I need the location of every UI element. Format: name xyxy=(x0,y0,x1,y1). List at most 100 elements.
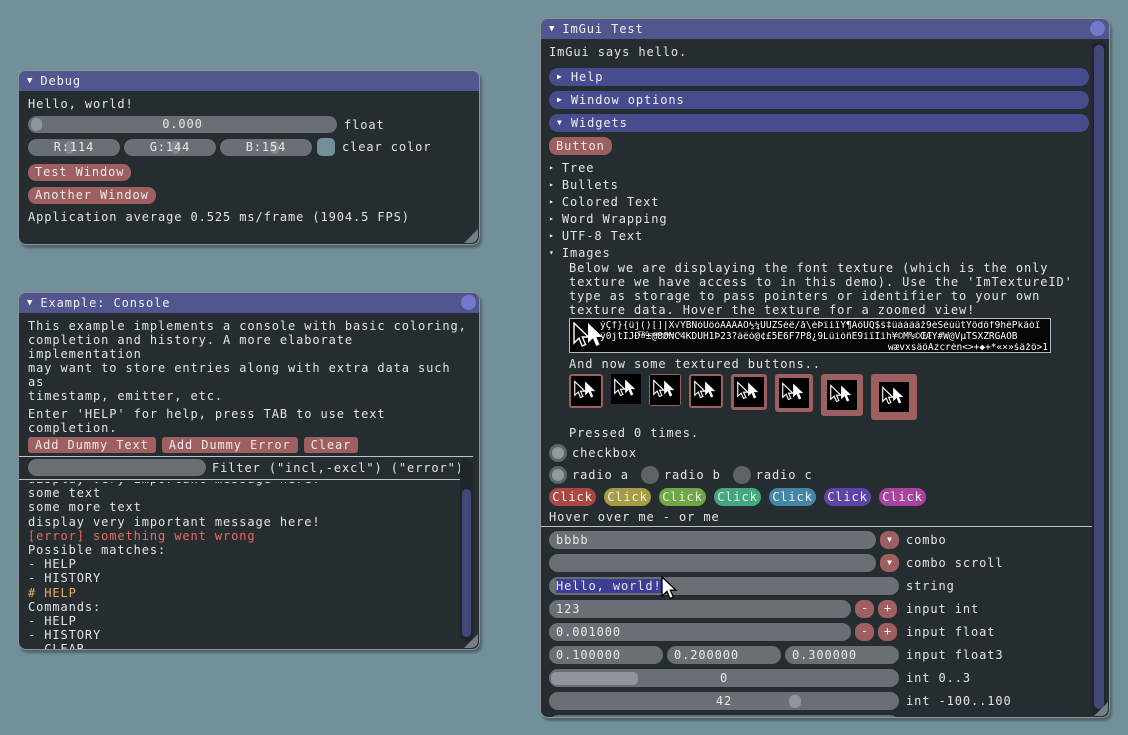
slider-float[interactable]: 4.132 xyxy=(549,715,899,718)
drag-green-value: G:144 xyxy=(124,139,216,156)
image-button[interactable] xyxy=(821,374,863,416)
radio-b[interactable] xyxy=(641,466,659,484)
slider-float-label: float xyxy=(906,717,947,718)
drag-green[interactable]: G:144 xyxy=(124,139,216,156)
button-widget[interactable]: Button xyxy=(549,137,612,155)
radio-a[interactable] xyxy=(549,466,567,484)
log-line-history: # HELP xyxy=(28,586,447,600)
tree-node-bullets[interactable]: ▸ Bullets xyxy=(549,176,1109,193)
imgui-scrollbar-thumb[interactable] xyxy=(1094,45,1104,709)
tree-node-label: Word Wrapping xyxy=(562,212,668,226)
close-icon[interactable] xyxy=(1090,21,1105,36)
debug-titlebar[interactable]: ▼ Debug xyxy=(19,71,479,91)
console-scrollbar-thumb[interactable] xyxy=(462,489,471,637)
desktop: { "colors": { "desktop_bg": "#72909a", "… xyxy=(0,0,1128,735)
font-texture-image[interactable]: ýÇf}{üj()[]|X√ÝBÑòÙöóÂÃÄÀÖ½¼ÙÚŽŠéê/å\èÞï… xyxy=(569,318,1051,353)
imgui-titlebar[interactable]: ▼ ImGui Test xyxy=(541,19,1109,39)
clear-color-swatch[interactable] xyxy=(317,138,335,156)
tree-node-label: Bullets xyxy=(562,178,619,192)
input-float3-y[interactable]: 0.200000 xyxy=(667,646,781,664)
tree-node-images[interactable]: ▾ Images xyxy=(549,244,1109,261)
console-titlebar[interactable]: ▼ Example: Console xyxy=(19,293,479,313)
click-button-green[interactable]: Click xyxy=(659,488,706,506)
tree-node-tree[interactable]: ▸ Tree xyxy=(549,159,1109,176)
drag-blue[interactable]: B:154 xyxy=(220,139,312,156)
input-float3-z[interactable]: 0.300000 xyxy=(785,646,899,664)
image-button[interactable] xyxy=(775,374,813,412)
collapse-arrow-icon[interactable]: ▼ xyxy=(27,296,32,310)
click-button-purple[interactable]: Click xyxy=(824,488,871,506)
radio-c[interactable] xyxy=(733,466,751,484)
click-button-blue[interactable]: Click xyxy=(769,488,816,506)
input-float-field[interactable]: 0.001000 xyxy=(549,623,851,641)
minus-button[interactable]: - xyxy=(855,600,874,618)
tree-arrow-icon: ▸ xyxy=(549,195,554,209)
input-float3-z-value: 0.300000 xyxy=(792,648,857,662)
filter-input[interactable] xyxy=(28,459,206,476)
slider-int-100[interactable]: 42 xyxy=(549,692,899,710)
image-button[interactable] xyxy=(871,374,917,420)
float-slider[interactable]: 0.000 xyxy=(28,116,337,133)
images-text-line: type as storage to pass pointers or iden… xyxy=(569,289,1109,303)
click-button-yellow[interactable]: Click xyxy=(604,488,651,506)
input-float3-y-value: 0.200000 xyxy=(674,648,739,662)
images-text-line: Below we are displaying the font texture… xyxy=(569,261,1109,275)
add-dummy-text-button[interactable]: Add Dummy Text xyxy=(28,437,156,453)
textured-buttons-caption: And now some textured buttons.. xyxy=(569,357,1109,371)
clear-button[interactable]: Clear xyxy=(304,437,359,453)
add-dummy-error-button[interactable]: Add Dummy Error xyxy=(162,437,298,453)
clear-color-label: clear color xyxy=(342,140,431,154)
tree-arrow-icon: ▸ xyxy=(549,212,554,226)
tree-node-utf8-text[interactable]: ▸ UTF-8 Text xyxy=(549,227,1109,244)
header-help-label: Help xyxy=(571,70,604,84)
float-slider-value: 0.000 xyxy=(28,116,337,133)
collapse-arrow-icon[interactable]: ▼ xyxy=(27,74,32,88)
header-help[interactable]: ▶ Help xyxy=(549,68,1089,86)
hover-over-me-text[interactable]: Hover over me - or me xyxy=(549,510,1109,524)
checkbox-label: checkbox xyxy=(572,446,637,460)
console-scrollbar[interactable] xyxy=(460,459,473,641)
imgui-hello-text: ImGui says hello. xyxy=(549,45,1109,59)
combo-scroll-arrow-button[interactable]: ▼ xyxy=(880,554,899,572)
input-int-field[interactable]: 123 xyxy=(549,600,851,618)
checkbox[interactable] xyxy=(549,444,567,462)
tree-node-word-wrapping[interactable]: ▸ Word Wrapping xyxy=(549,210,1109,227)
header-window-options[interactable]: ▶ Window options xyxy=(549,91,1089,109)
radio-a-label: radio a xyxy=(572,468,629,482)
resize-grip[interactable] xyxy=(464,229,478,243)
tree-node-colored-text[interactable]: ▸ Colored Text xyxy=(549,193,1109,210)
plus-button[interactable]: + xyxy=(878,623,897,641)
image-button[interactable] xyxy=(649,374,681,406)
minus-button[interactable]: - xyxy=(855,623,874,641)
imgui-scrollbar[interactable] xyxy=(1092,41,1106,715)
drag-blue-value: B:154 xyxy=(220,139,312,156)
another-window-button[interactable]: Another Window xyxy=(28,187,156,204)
debug-window-title: Debug xyxy=(40,74,81,88)
console-log[interactable]: display very important message here! som… xyxy=(28,482,447,650)
combo-box[interactable]: bbbb xyxy=(549,531,876,549)
slider-float-value: 4.132 xyxy=(549,715,899,718)
fps-stats-text: Application average 0.525 ms/frame (1904… xyxy=(28,210,479,224)
image-button[interactable] xyxy=(731,374,767,410)
mouse-cursor-icon xyxy=(659,576,679,602)
tree-arrow-down-icon: ▾ xyxy=(549,246,554,260)
image-button[interactable] xyxy=(689,374,723,408)
input-float3-x[interactable]: 0.100000 xyxy=(549,646,663,664)
combo-scroll-box[interactable] xyxy=(549,554,876,572)
image-button[interactable] xyxy=(569,374,603,408)
click-button-magenta[interactable]: Click xyxy=(879,488,926,506)
slider-grab[interactable] xyxy=(741,718,753,719)
slider-int-0-3[interactable]: 0 xyxy=(549,669,899,687)
click-button-red[interactable]: Click xyxy=(549,488,596,506)
combo-arrow-button[interactable]: ▼ xyxy=(880,531,899,549)
drag-red[interactable]: R:114 xyxy=(28,139,120,156)
click-button-teal[interactable]: Click xyxy=(714,488,761,506)
close-icon[interactable] xyxy=(461,295,476,310)
plus-button[interactable]: + xyxy=(878,600,897,618)
string-input[interactable]: Hello, world! xyxy=(549,577,899,595)
collapse-arrow-icon[interactable]: ▼ xyxy=(549,22,554,36)
input-int-label: input int xyxy=(906,602,979,616)
test-window-button[interactable]: Test Window xyxy=(28,164,131,181)
image-button[interactable] xyxy=(611,374,641,404)
header-widgets[interactable]: ▼ Widgets xyxy=(549,114,1089,132)
